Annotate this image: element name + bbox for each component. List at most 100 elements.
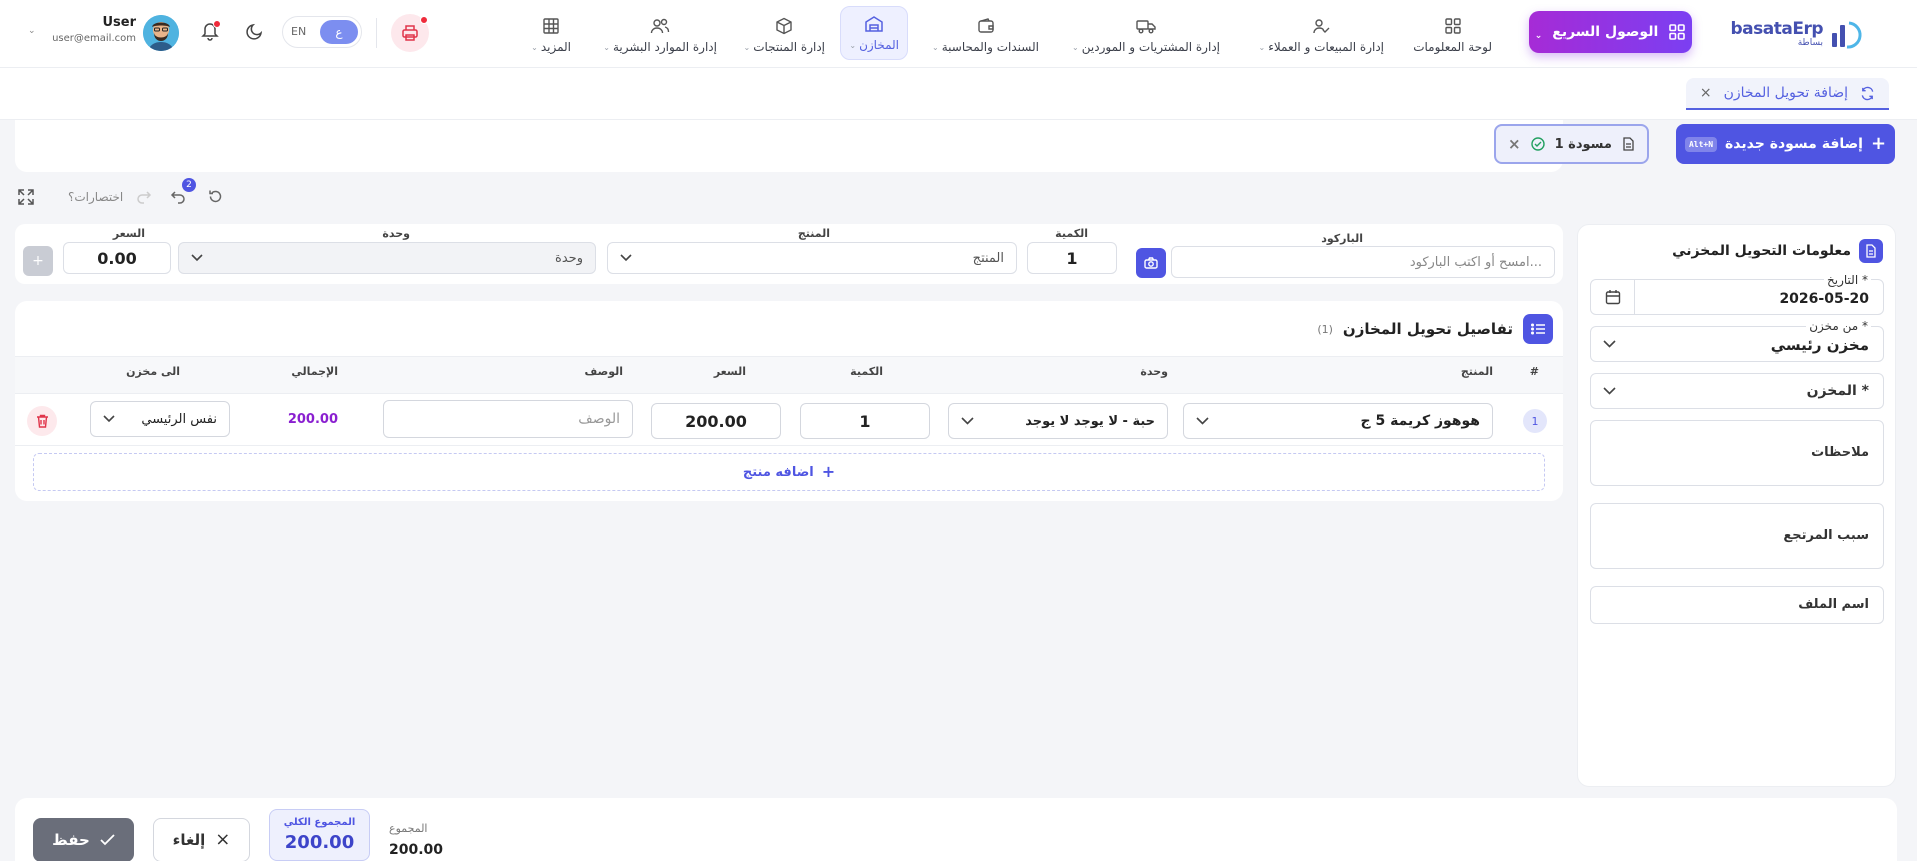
barcode-label: الباركود (1321, 232, 1363, 245)
camera-scan-button[interactable] (1136, 248, 1166, 278)
to-store-select[interactable]: المخزن * (1590, 373, 1884, 409)
col-price: السعر (713, 365, 746, 378)
chevron-down-icon: ⌄ (743, 42, 751, 52)
nav-label: إدارة المبيعات و العملاء (1268, 40, 1384, 54)
lang-ar-option[interactable]: ع (320, 20, 358, 44)
cancel-label: إلغاء (172, 831, 206, 849)
row-description-input[interactable]: الوصف (383, 400, 633, 438)
panel-title: معلومات التحويل المخزني (1672, 243, 1851, 259)
nav-hr[interactable]: ⌄ إدارة الموارد البشرية (603, 10, 717, 60)
row-unit-select[interactable]: حبة - لا يوجد لا يوجد (948, 403, 1168, 439)
date-label: التاريخ * (1824, 273, 1871, 287)
add-draft-button[interactable]: Alt+N إضافة مسودة جديدة + (1676, 124, 1895, 164)
draft-chip[interactable]: × مسودة 1 (1494, 124, 1649, 164)
printer-icon (401, 24, 419, 42)
grand-total-box: المجموع الكلي 200.00 (269, 809, 370, 861)
from-store-label: من مخزن * (1806, 319, 1871, 333)
row-price-input[interactable]: 200.00 (651, 403, 781, 439)
barcode-input[interactable]: امسح أو اكتب الباركود... (1171, 246, 1555, 278)
dark-mode-toggle[interactable] (246, 22, 264, 40)
redo-button[interactable] (137, 190, 152, 204)
from-store-value: مخزن رئيسي (1770, 336, 1869, 354)
subtotal-value: 200.00 (389, 842, 444, 858)
save-button[interactable]: حفظ (33, 818, 134, 861)
row-qty-input[interactable]: 1 (800, 403, 930, 439)
print-button[interactable] (391, 14, 429, 52)
notifications-button[interactable] (201, 20, 221, 43)
check-circle-icon (1530, 137, 1545, 151)
shortcuts-link[interactable]: اختصارات؟ (68, 190, 123, 204)
notes-textarea[interactable]: ملاحظات (1590, 420, 1884, 486)
plus-icon: + (821, 462, 836, 481)
unit-placeholder: وحدة (555, 250, 583, 266)
quick-access-label: الوصول السريع (1552, 24, 1659, 40)
avatar[interactable] (143, 15, 179, 51)
nav-sales[interactable]: ⌄ إدارة المبيعات و العملاء (1259, 10, 1384, 60)
nav-label: إدارة الموارد البشرية (612, 40, 717, 54)
qty-input[interactable]: 1 (1027, 242, 1117, 274)
quick-access-button[interactable]: ⌄ الوصول السريع (1529, 11, 1692, 53)
from-store-select[interactable]: من مخزن * مخزن رئيسي (1590, 319, 1884, 362)
divider (376, 18, 377, 48)
calendar-button[interactable] (1591, 280, 1635, 314)
nav-more[interactable]: ⌄ المزيد (531, 10, 571, 60)
lang-en-option[interactable]: EN (291, 25, 306, 38)
nav-dashboard[interactable]: لوحة المعلومات (1413, 10, 1492, 60)
tab-add-transfer[interactable]: × إضافة تحويل المخازن (1685, 78, 1889, 110)
toolbar: اختصارات؟ (18, 186, 123, 208)
warehouse-icon (864, 14, 884, 34)
product-select[interactable]: المنتج (607, 242, 1017, 274)
file-name-input[interactable]: اسم الملف (1590, 586, 1884, 624)
chevron-down-icon: ⌄ (1534, 31, 1543, 41)
wallet-icon (976, 16, 996, 36)
panel-header: معلومات التحويل المخزني (1672, 239, 1883, 263)
col-qty: الكمية (850, 365, 883, 378)
plus-icon: + (32, 253, 44, 269)
undo-button[interactable]: 2 (170, 178, 196, 204)
date-field[interactable]: التاريخ * 2026-05-20 (1590, 273, 1884, 315)
details-title: تفاصيل تحويل المخازن (1342, 320, 1513, 338)
camera-icon (1144, 257, 1158, 269)
add-row-button[interactable]: + (23, 246, 53, 276)
unit-label: وحدة (382, 227, 410, 240)
reset-button[interactable] (208, 189, 223, 204)
chevron-down-icon: ⌄ (531, 42, 538, 52)
nav-accounting[interactable]: ⌄ السندات والمحاسبة (932, 10, 1039, 60)
chevron-down-icon (103, 415, 115, 423)
user-check-icon (1311, 16, 1331, 36)
language-toggle[interactable]: EN ع (282, 16, 362, 48)
notification-dot (420, 16, 428, 24)
nav-label: لوحة المعلومات (1413, 40, 1492, 54)
details-header: (1) تفاصيل تحويل المخازن (1317, 314, 1553, 344)
nav-purchases[interactable]: ⌄ إدارة المشتريات و الموردين (1072, 10, 1220, 60)
close-icon[interactable]: × (1700, 85, 1712, 101)
row-to-store-select[interactable]: نفس الرئيسي (90, 401, 230, 437)
close-icon[interactable]: × (1508, 135, 1521, 153)
col-description: الوصف (584, 365, 623, 378)
grid-icon (1668, 23, 1686, 41)
date-value: 2026-05-20 (1779, 291, 1869, 307)
nav-products[interactable]: ⌄ إدارة المنتجات (744, 10, 825, 60)
add-product-button[interactable]: اضافه منتج + (33, 453, 1545, 491)
logo-text: basataErp (1730, 18, 1824, 39)
user-name: User (102, 15, 136, 30)
drafts-bar (15, 120, 1563, 172)
save-label: حفظ (52, 831, 90, 849)
tab-label: إضافة تحويل المخازن (1723, 85, 1848, 101)
barcode-placeholder: امسح أو اكتب الباركود... (1409, 254, 1542, 270)
return-reason-textarea[interactable]: سبب المرتجع (1590, 503, 1884, 569)
notes-label: ملاحظات (1811, 445, 1869, 460)
unit-select[interactable]: وحدة (178, 242, 596, 274)
grand-total-value: 200.00 (284, 832, 355, 853)
product-placeholder: المنتج (972, 250, 1004, 266)
price-input[interactable]: 0.00 (63, 242, 171, 274)
nav-warehouses[interactable]: ⌄ المخازن (840, 6, 908, 60)
row-product-select[interactable]: هوهوز كريمة 5 ج (1183, 403, 1493, 439)
fullscreen-icon[interactable] (18, 189, 34, 205)
delete-row-button[interactable] (27, 406, 57, 436)
logo-chart-icon (1829, 17, 1863, 51)
cancel-button[interactable]: إلغاء × (153, 818, 250, 861)
row-price-value: 200.00 (685, 411, 747, 431)
app-logo[interactable]: basataErp بساطة (1731, 14, 1863, 54)
chevron-down-icon[interactable]: ⌄ (28, 26, 36, 36)
